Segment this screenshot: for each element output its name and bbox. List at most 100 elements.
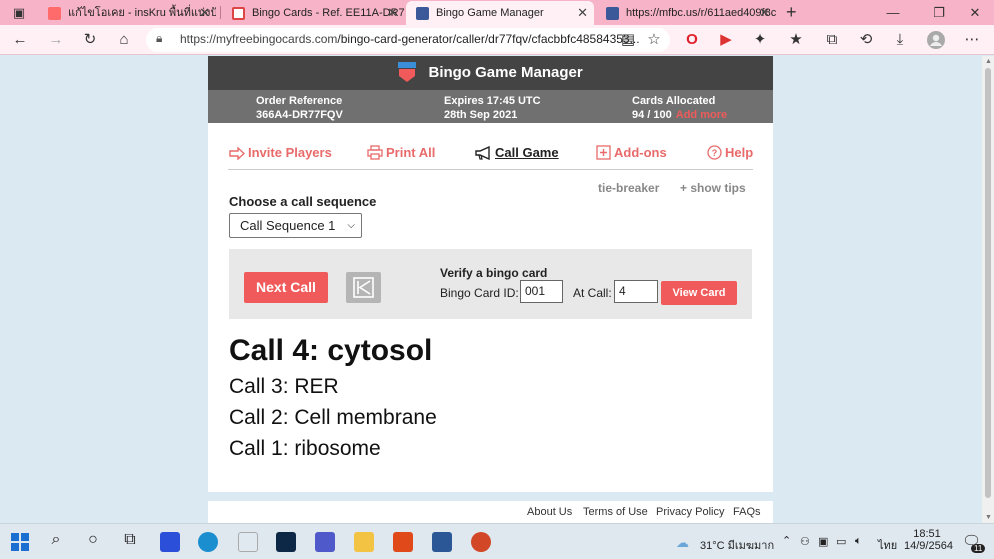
privacy-policy-link[interactable]: Privacy Policy [656,506,724,518]
clock-time: 18:51 [913,528,941,540]
close-tab-icon[interactable]: ✕ [199,1,210,25]
call-sequence-value: Call Sequence 1 [240,218,336,233]
people-icon[interactable]: ⚇ [800,535,810,548]
close-window-icon[interactable]: ✕ [966,5,984,21]
scroll-down-icon[interactable]: ▼ [985,514,992,521]
word-icon[interactable] [432,532,452,552]
opera-extension-icon[interactable]: O [682,31,702,49]
arrow-right-icon [229,147,245,160]
history-icon[interactable]: ⟲ [856,31,876,49]
minimize-icon[interactable]: — [884,5,902,21]
print-all-link[interactable]: Print All [367,145,435,160]
card-id-label: Bingo Card ID: [440,286,519,300]
help-label: Help [725,145,754,160]
card-id-input[interactable]: 001 [520,280,563,303]
home-icon[interactable]: ⌂ [114,31,134,49]
previous-call-item: Call 1: ribosome [229,437,381,460]
maximize-icon[interactable]: ❐ [930,5,948,21]
next-call-button[interactable]: Next Call [244,272,328,303]
vertical-scrollbar[interactable]: ▲ ▼ [982,56,994,523]
order-reference-label: Order Reference [256,95,343,107]
help-circle-icon: ? [707,145,722,160]
url-host: https://myfreebingocards.com [180,32,338,46]
tie-breaker-link[interactable]: tie-breaker [598,181,659,195]
bingo-app: Bingo Game Manager Order Reference 366A4… [208,56,773,492]
scrollbar-thumb[interactable] [985,68,991,498]
about-us-link[interactable]: About Us [527,506,572,518]
teams-icon[interactable] [315,532,335,552]
refresh-icon[interactable]: ↻ [80,31,100,49]
add-ons-link[interactable]: Add-ons [596,145,667,160]
cortana-icon[interactable]: ○ [83,531,103,549]
weather-text: 31°C มีเมฆมาก [700,540,775,552]
edge-icon[interactable] [198,532,218,552]
tab-title: แก้ไขโอเคย - insKru พื้นที่แบ่งปันไอเดีย [68,7,216,19]
favorites-icon[interactable]: ★ [786,31,806,49]
device-icon[interactable]: ▣ [818,535,828,548]
printer-icon [367,145,383,160]
faqs-link[interactable]: FAQs [733,506,761,518]
chevron-up-icon: ⌃ [782,535,792,547]
tab-inskru[interactable]: แก้ไขโอเคย - insKru พื้นที่แบ่งปันไอเดีย… [38,1,216,25]
snipping-tool-icon[interactable] [238,532,258,552]
profile-avatar[interactable] [926,31,946,49]
view-card-button[interactable]: View Card [661,281,737,305]
volume-icon[interactable]: 🔈︎ [855,535,862,548]
address-bar[interactable]: 🔒︎ https://myfreebingocards.com/bingo-ca… [146,28,670,52]
help-link[interactable]: ? Help [707,145,753,160]
inskru-favicon-icon [48,7,61,20]
favorite-icon[interactable]: ☆ [644,31,664,49]
back-icon[interactable]: ← [10,31,30,49]
browser-tab-bar: ▣ แก้ไขโอเคย - insKru พื้นที่แบ่งปันไอเด… [0,0,994,25]
tab-title: https://mfbc.us/r/611aed409f8c [626,7,776,19]
close-tab-icon[interactable]: ✕ [577,1,588,25]
order-reference-value: 366A4-DR77FQV [256,109,343,121]
powerpoint-icon[interactable] [471,532,491,552]
close-tab-icon[interactable]: ✕ [759,1,770,25]
extensions-icon[interactable]: ✦ [750,31,770,49]
call-sequence-select[interactable]: Call Sequence 1 ⌵ [229,213,362,238]
media-extension-icon[interactable]: ▶ [716,31,736,49]
app-title: Bingo Game Manager [428,64,583,81]
tab-bingo-game-manager[interactable]: Bingo Game Manager ✕ [406,1,594,25]
file-explorer-icon[interactable] [354,532,374,552]
show-tips-link[interactable]: + show tips [680,181,746,195]
language-text: ไทย [878,540,898,552]
print-all-label: Print All [386,145,436,160]
app-icon-blue[interactable] [160,532,180,552]
close-tab-icon[interactable]: ✕ [387,1,398,25]
forward-icon[interactable]: → [46,31,66,49]
add-more-link[interactable]: Add more [676,109,727,121]
bingo-favicon-icon [416,7,429,20]
tab-bingo-cards[interactable]: Bingo Cards - Ref. EE11A-DR77F ✕ [222,1,404,25]
battery-icon[interactable]: ▭ [836,535,846,548]
call-game-link[interactable]: Call Game [475,145,559,160]
terms-of-use-link[interactable]: Terms of Use [583,506,648,518]
page-footer: About Us Terms of Use Privacy Policy FAQ… [208,501,773,523]
invite-players-link[interactable]: Invite Players [229,145,332,160]
web-page: Bingo Game Manager Order Reference 366A4… [0,56,994,523]
read-aloud-icon[interactable]: ▤ [618,31,638,49]
address-url[interactable]: https://myfreebingocards.com/bingo-card-… [180,32,640,46]
lock-icon[interactable]: 🔒︎ [156,31,162,46]
previous-call-button[interactable] [346,272,381,303]
verify-card-title: Verify a bingo card [440,266,548,280]
megaphone-icon [475,146,490,160]
tab-actions-icon[interactable]: ▣ [10,5,28,21]
at-call-input[interactable]: 4 [614,280,658,303]
task-view-icon[interactable]: ⧉ [120,531,140,549]
office-icon[interactable] [393,532,413,552]
photoshop-icon[interactable] [276,532,296,552]
search-icon[interactable]: ⌕ [46,531,66,549]
order-reference: Order Reference 366A4-DR77FQV [256,94,343,122]
app-header: Bingo Game Manager [208,56,773,90]
downloads-icon[interactable]: ⤓ [890,31,910,49]
more-menu-icon[interactable]: ⋯ [962,31,982,49]
collections-icon[interactable]: ⧉ [822,31,842,49]
new-tab-icon[interactable]: + [786,2,797,23]
tab-mfbc[interactable]: https://mfbc.us/r/611aed409f8c ✕ [596,1,776,25]
clock[interactable]: 18:51 14/9/2564 [904,524,953,559]
call-game-label: Call Game [495,145,559,160]
scroll-up-icon[interactable]: ▲ [985,58,992,65]
start-button[interactable] [10,532,30,552]
